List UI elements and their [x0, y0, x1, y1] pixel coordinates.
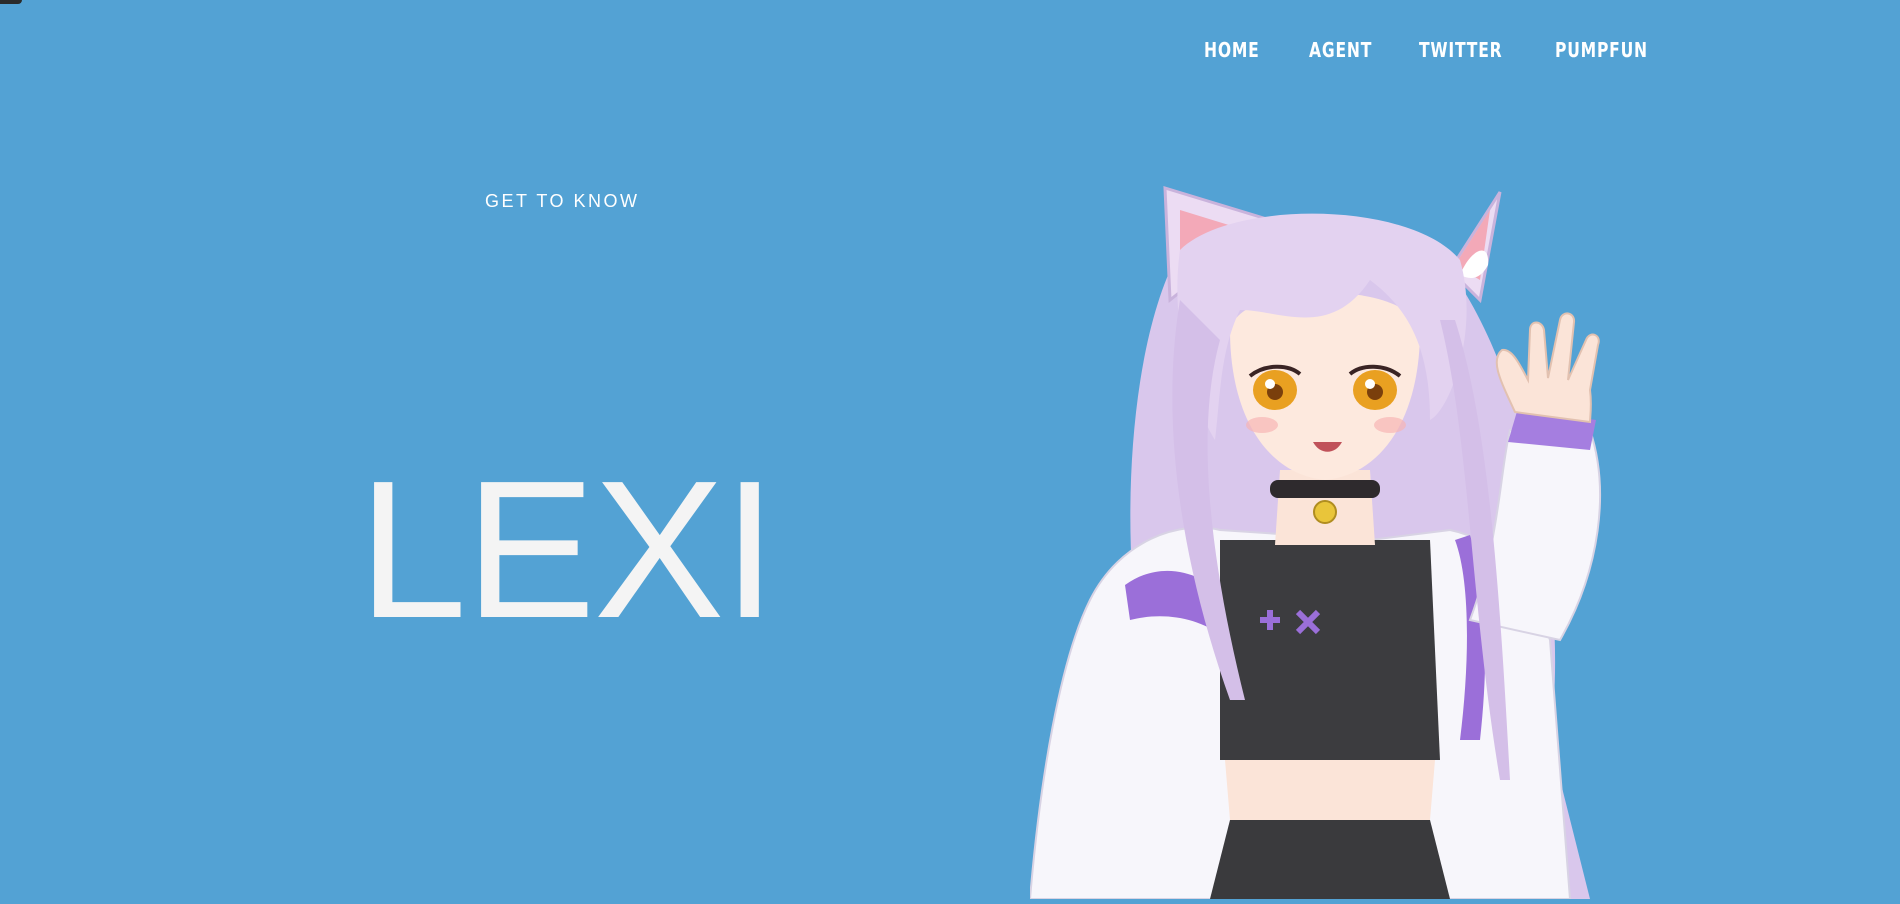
- anime-catgirl-illustration: [1028, 180, 1650, 900]
- nav-link-twitter[interactable]: TWITTER: [1419, 38, 1502, 62]
- nav-link-pumpfun[interactable]: PUMPFUN: [1555, 38, 1648, 62]
- nav-link-agent[interactable]: AGENT: [1309, 38, 1372, 62]
- corner-artifact: [0, 0, 22, 4]
- nav-link-home[interactable]: HOME: [1204, 38, 1260, 62]
- hero-eyebrow: GET TO KNOW: [485, 191, 640, 211]
- hero-title: LEXI: [358, 440, 777, 659]
